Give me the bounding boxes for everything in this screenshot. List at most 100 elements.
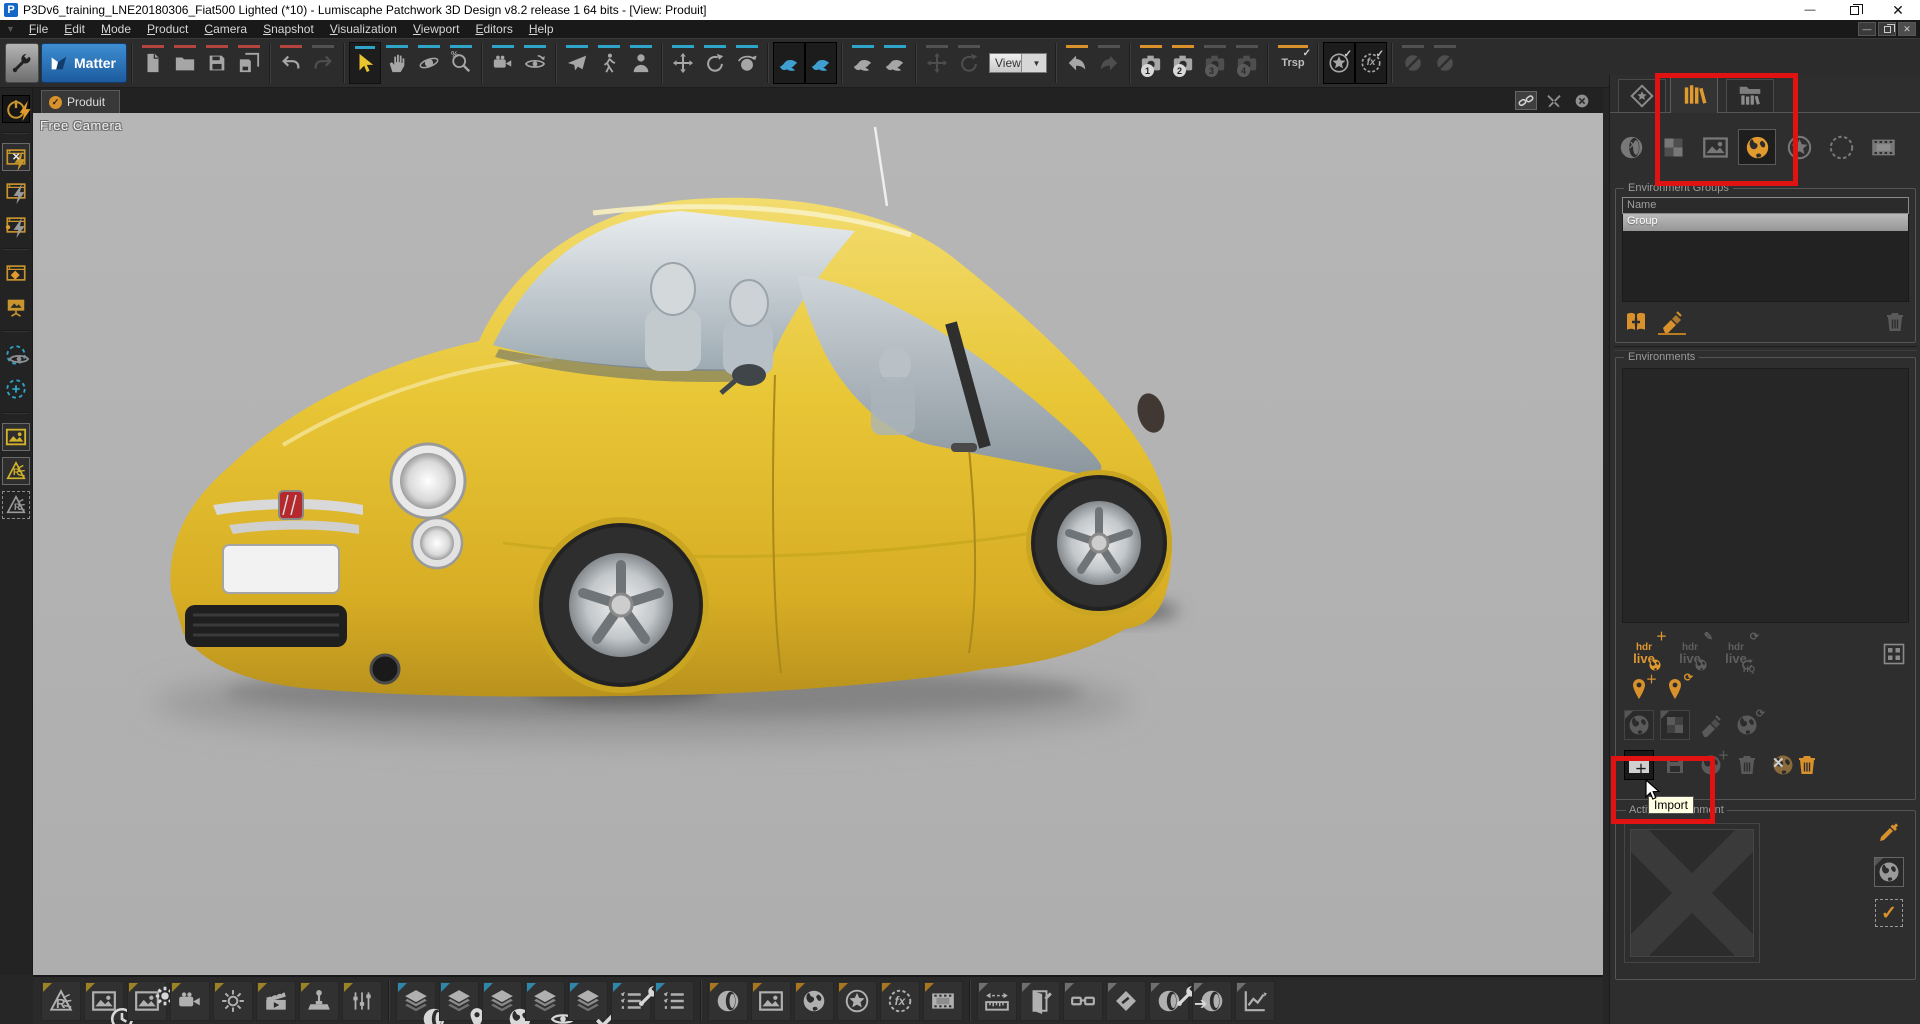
configuration-wizard-button[interactable] bbox=[611, 981, 651, 1021]
show-orbit-eye-button[interactable] bbox=[2, 341, 30, 369]
menu-mode[interactable]: Mode bbox=[93, 21, 139, 37]
delete-group-button[interactable] bbox=[1881, 309, 1909, 335]
hdr-live-hq-button[interactable]: hdr live HQ ⟳ bbox=[1716, 636, 1756, 672]
refresh-environment-button[interactable]: ⟳ bbox=[1732, 710, 1762, 740]
stereo-view-button[interactable] bbox=[1063, 981, 1103, 1021]
configure-views-icon[interactable] bbox=[1543, 91, 1565, 110]
window-menu-icon[interactable]: ▼ bbox=[0, 24, 21, 34]
camera-4-button[interactable]: 4 bbox=[1231, 42, 1263, 84]
update-position-pin-button[interactable]: ⟳ bbox=[1660, 674, 1690, 704]
window-capture-button[interactable]: ◆ bbox=[2, 259, 30, 287]
active-globe-button[interactable] bbox=[1874, 857, 1904, 887]
transparency-button[interactable]: Trsp✓ bbox=[1273, 42, 1313, 84]
select-tool-button[interactable] bbox=[349, 42, 381, 84]
object-translate-button[interactable] bbox=[667, 42, 699, 84]
save-document-button[interactable] bbox=[201, 42, 233, 84]
tab-product-library[interactable] bbox=[1618, 79, 1666, 112]
hdr-live-add-button[interactable]: hdr live ＋ bbox=[1624, 636, 1664, 672]
paint-orientation-button[interactable] bbox=[879, 42, 911, 84]
camera-1-button[interactable]: 1 bbox=[1135, 42, 1167, 84]
new-environment-button[interactable] bbox=[1624, 710, 1654, 740]
camera-3-button[interactable]: 3 bbox=[1199, 42, 1231, 84]
thumbnail-grid-button[interactable] bbox=[1879, 639, 1909, 669]
minimize-button[interactable]: — bbox=[1788, 0, 1832, 20]
door-editor-button[interactable] bbox=[1020, 981, 1060, 1021]
menu-editors[interactable]: Editors bbox=[467, 21, 520, 37]
menu-snapshot[interactable]: Snapshot bbox=[255, 21, 322, 37]
restore-button[interactable] bbox=[1832, 0, 1876, 20]
add-position-pin-button[interactable]: ＋ bbox=[1624, 674, 1654, 704]
new-texture-environment-button[interactable] bbox=[1660, 710, 1690, 740]
materials-editor-button[interactable] bbox=[708, 981, 748, 1021]
menu-camera[interactable]: Camera bbox=[196, 21, 255, 37]
head-mode-button[interactable] bbox=[625, 42, 657, 84]
object-rotate-world-button[interactable] bbox=[731, 42, 763, 84]
controller-button[interactable] bbox=[299, 981, 339, 1021]
orbit-tool-button[interactable] bbox=[413, 42, 445, 84]
window-lighting-partial-button[interactable]: ● bbox=[2, 211, 30, 239]
viewport-3d-canvas[interactable]: Free Camera bbox=[33, 113, 1603, 975]
purge-trash-button[interactable] bbox=[1792, 750, 1822, 780]
render-off-1-button[interactable] bbox=[1397, 42, 1429, 84]
layers-material-button[interactable] bbox=[396, 981, 436, 1021]
effects-editor-button[interactable]: fx bbox=[880, 981, 920, 1021]
presentation-screen-button[interactable] bbox=[2, 293, 30, 321]
add-orbit-point-button[interactable] bbox=[2, 375, 30, 403]
view-selector[interactable]: View ▼ bbox=[989, 53, 1047, 73]
paint-orientation-active-button[interactable] bbox=[805, 42, 837, 84]
image-timeline-button[interactable] bbox=[84, 981, 124, 1021]
effects-tab-icon[interactable]: fx bbox=[1822, 129, 1860, 165]
environments-tab-icon[interactable] bbox=[1738, 129, 1776, 165]
fly-mode-button[interactable] bbox=[561, 42, 593, 84]
image-render-button[interactable]: R bbox=[2, 457, 30, 485]
hdr-live-edit-button[interactable]: hdr live ✎ bbox=[1670, 636, 1710, 672]
textures-tab-icon[interactable] bbox=[1654, 129, 1692, 165]
matter-mode-button[interactable]: Matter bbox=[41, 43, 127, 83]
environments-editor-button[interactable] bbox=[794, 981, 834, 1021]
save-as-document-button[interactable] bbox=[233, 42, 265, 84]
redo-button[interactable] bbox=[307, 42, 339, 84]
overlay-check-button[interactable]: ✓ bbox=[1323, 42, 1355, 84]
layers-state-button[interactable] bbox=[568, 981, 608, 1021]
environments-list[interactable] bbox=[1622, 368, 1909, 623]
menu-viewport[interactable]: Viewport bbox=[405, 21, 467, 37]
save-environment-button[interactable] bbox=[1660, 750, 1690, 780]
tuning-sliders-button[interactable] bbox=[342, 981, 382, 1021]
environment-groups-list[interactable]: Group bbox=[1622, 214, 1909, 302]
translate-disabled-button[interactable] bbox=[921, 42, 953, 84]
menu-help[interactable]: Help bbox=[521, 21, 562, 37]
pick-environment-button[interactable] bbox=[1875, 819, 1903, 845]
next-view-button[interactable] bbox=[1093, 42, 1125, 84]
image-viewer-button[interactable] bbox=[2, 423, 30, 451]
mdi-restore-button[interactable] bbox=[1878, 22, 1896, 36]
render-region-button[interactable]: R bbox=[2, 491, 30, 519]
rename-group-button[interactable] bbox=[1658, 309, 1686, 335]
menu-edit[interactable]: Edit bbox=[56, 21, 93, 37]
measure-tool-button[interactable] bbox=[977, 981, 1017, 1021]
pan-tool-button[interactable] bbox=[381, 42, 413, 84]
animation-editor-button[interactable] bbox=[256, 981, 296, 1021]
object-rotate-button[interactable] bbox=[699, 42, 731, 84]
add-group-button[interactable] bbox=[1622, 309, 1650, 335]
window-lighting-off-button[interactable]: ✕ bbox=[2, 143, 30, 171]
camera-2-button[interactable]: 2 bbox=[1167, 42, 1199, 84]
labels-tab-icon[interactable] bbox=[1780, 129, 1818, 165]
power-lighting-button[interactable] bbox=[2, 95, 30, 123]
render-off-2-button[interactable] bbox=[1429, 42, 1461, 84]
group-row-selected[interactable]: Group bbox=[1623, 214, 1908, 231]
postprocess-editor-button[interactable] bbox=[923, 981, 963, 1021]
images-tab-icon[interactable] bbox=[1696, 129, 1734, 165]
configuration-list-button[interactable] bbox=[654, 981, 694, 1021]
settings-wrench-button[interactable] bbox=[5, 43, 39, 83]
lighting-button[interactable] bbox=[213, 981, 253, 1021]
video-recorder-button[interactable] bbox=[170, 981, 210, 1021]
open-document-button[interactable] bbox=[169, 42, 201, 84]
paint-position-button[interactable] bbox=[847, 42, 879, 84]
window-lighting-button[interactable] bbox=[2, 177, 30, 205]
undo-button[interactable] bbox=[275, 42, 307, 84]
zoom-tool-button[interactable]: % bbox=[445, 42, 477, 84]
link-views-icon[interactable] bbox=[1515, 91, 1537, 110]
export-environment-button[interactable]: ＋ bbox=[1696, 750, 1726, 780]
camera-translate-button[interactable] bbox=[487, 42, 519, 84]
close-view-icon[interactable] bbox=[1571, 91, 1593, 110]
